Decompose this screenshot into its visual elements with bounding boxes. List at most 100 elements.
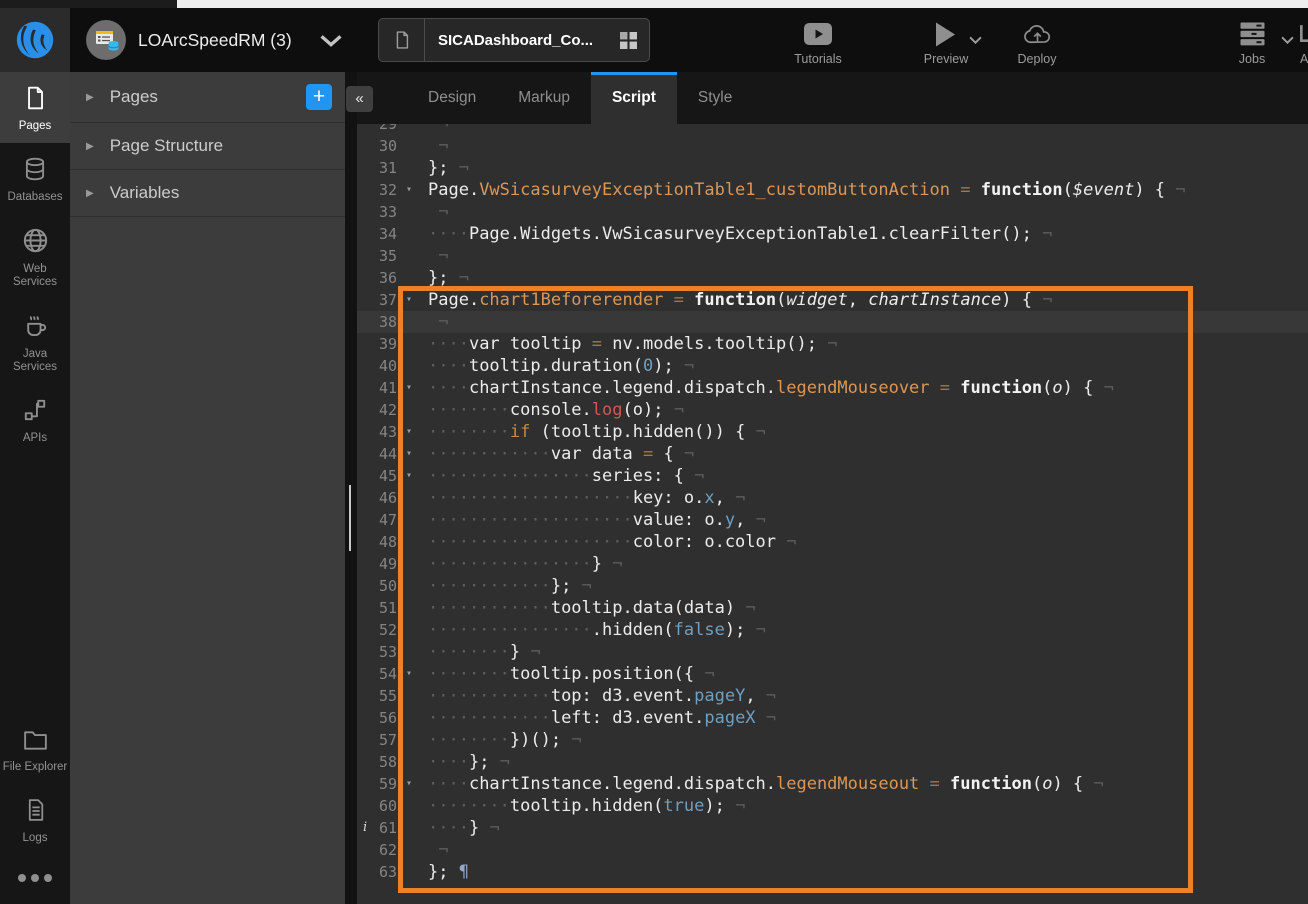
line-number: 50 bbox=[379, 575, 397, 597]
tutorials-button[interactable]: Tutorials bbox=[782, 20, 854, 66]
fold-arrow-icon[interactable]: ▾ bbox=[406, 421, 412, 443]
code-line[interactable]: 32▾Page.VwSicasurveyExceptionTable1_cust… bbox=[357, 179, 1308, 201]
fold-arrow-icon[interactable]: ▾ bbox=[406, 179, 412, 201]
artifacts-icon-partial bbox=[1283, 20, 1308, 48]
code-line[interactable]: 62 ¬ bbox=[357, 839, 1308, 861]
tutorials-icon bbox=[782, 20, 854, 48]
code-line[interactable]: 43▾········if (tooltip.hidden()) { ¬ bbox=[357, 421, 1308, 443]
sidebar-item-java-services[interactable]: Java Services bbox=[0, 299, 70, 384]
panel-section-label: Pages bbox=[110, 87, 158, 107]
code-line[interactable]: 52················.hidden(false); ¬ bbox=[357, 619, 1308, 641]
code-line[interactable]: 41▾····chartInstance.legend.dispatch.leg… bbox=[357, 377, 1308, 399]
sidebar-item-databases[interactable]: Databases bbox=[0, 143, 70, 214]
panel-section-label: Page Structure bbox=[110, 136, 223, 156]
code-line[interactable]: 39····var tooltip = nv.models.tooltip();… bbox=[357, 333, 1308, 355]
code-line[interactable]: 45▾················series: { ¬ bbox=[357, 465, 1308, 487]
fold-arrow-icon[interactable]: ▾ bbox=[406, 465, 412, 487]
gutter: 54▾ bbox=[357, 663, 428, 685]
fold-arrow-icon[interactable]: ▾ bbox=[406, 773, 412, 795]
code-line[interactable]: 50············}; ¬ bbox=[357, 575, 1308, 597]
code-line[interactable]: 29 ¬ bbox=[357, 124, 1308, 135]
panel-section-variables[interactable]: ▶Variables bbox=[70, 170, 345, 217]
code-line[interactable]: 56············left: d3.event.pageX ¬ bbox=[357, 707, 1308, 729]
code-line[interactable]: 36}; ¬ bbox=[357, 267, 1308, 289]
code-line[interactable]: 44▾············var data = { ¬ bbox=[357, 443, 1308, 465]
fold-arrow-icon[interactable]: ▾ bbox=[406, 663, 412, 685]
sidebar-item-more[interactable] bbox=[0, 855, 70, 898]
sidebar-item-apis[interactable]: APIs bbox=[0, 384, 70, 455]
code-line[interactable]: 31}; ¬ bbox=[357, 157, 1308, 179]
panel-section-pages[interactable]: ▶ Pages + bbox=[70, 72, 345, 123]
code-line[interactable]: 48····················color: o.color ¬ bbox=[357, 531, 1308, 553]
line-number: 52 bbox=[379, 619, 397, 641]
fold-arrow-icon[interactable]: ▾ bbox=[406, 443, 412, 465]
deploy-button[interactable]: Deploy bbox=[1002, 20, 1072, 66]
fold-arrow-icon[interactable]: ▾ bbox=[406, 289, 412, 311]
sidebar-item-label: Java Services bbox=[0, 348, 70, 374]
preview-label: Preview bbox=[908, 52, 984, 66]
sidebar-item-logs[interactable]: Logs bbox=[0, 784, 70, 855]
line-number: 62 bbox=[379, 839, 397, 861]
code-line[interactable]: 58····}; ¬ bbox=[357, 751, 1308, 773]
code-line[interactable]: 47····················value: o.y, ¬ bbox=[357, 509, 1308, 531]
code-text: ········tooltip.hidden(true); ¬ bbox=[428, 795, 1308, 817]
panel-scrollbar-thumb[interactable] bbox=[349, 485, 351, 551]
code-line[interactable]: 38 ¬ bbox=[357, 311, 1308, 333]
code-line[interactable]: 55············top: d3.event.pageY, ¬ bbox=[357, 685, 1308, 707]
code-line[interactable]: 46····················key: o.x, ¬ bbox=[357, 487, 1308, 509]
triangle-right-icon: ▶ bbox=[86, 92, 94, 103]
code-line[interactable]: 54▾········tooltip.position({ ¬ bbox=[357, 663, 1308, 685]
code-line[interactable]: 34····Page.Widgets.VwSicasurveyException… bbox=[357, 223, 1308, 245]
artifacts-button[interactable]: Art bbox=[1283, 20, 1308, 66]
code-line[interactable]: 60········tooltip.hidden(true); ¬ bbox=[357, 795, 1308, 817]
script-editor[interactable]: 29 ¬30 ¬31}; ¬32▾Page.VwSicasurveyExcept… bbox=[357, 124, 1308, 904]
tab-style[interactable]: Style bbox=[677, 72, 753, 124]
code-line[interactable]: 57········})(); ¬ bbox=[357, 729, 1308, 751]
code-line[interactable]: 53········} ¬ bbox=[357, 641, 1308, 663]
app-logo-button[interactable] bbox=[0, 8, 70, 72]
code-line[interactable]: 63}; ¶ bbox=[357, 861, 1308, 883]
add-page-button[interactable]: + bbox=[306, 84, 332, 110]
artifacts-label: Art bbox=[1283, 52, 1308, 66]
open-page-tab[interactable]: SICADashboard_Co... bbox=[378, 18, 650, 62]
code-lines: 29 ¬30 ¬31}; ¬32▾Page.VwSicasurveyExcept… bbox=[357, 124, 1308, 883]
preview-chevron-down-icon[interactable] bbox=[969, 36, 982, 44]
sidebar-item-file-explorer[interactable]: File Explorer bbox=[0, 715, 70, 784]
code-line[interactable]: 42········console.log(o); ¬ bbox=[357, 399, 1308, 421]
line-number: 40 bbox=[379, 355, 397, 377]
gutter: 30 bbox=[357, 135, 428, 157]
line-number: 36 bbox=[379, 267, 397, 289]
fold-arrow-icon[interactable]: ▾ bbox=[406, 377, 412, 399]
gutter: 46 bbox=[357, 487, 428, 509]
code-line[interactable]: 35 ¬ bbox=[357, 245, 1308, 267]
tab-script[interactable]: Script bbox=[591, 72, 677, 124]
code-line[interactable]: 49················} ¬ bbox=[357, 553, 1308, 575]
sidebar-item-pages[interactable]: Pages bbox=[0, 72, 70, 143]
code-line[interactable]: 33 ¬ bbox=[357, 201, 1308, 223]
sidebar-item-web-services[interactable]: Web Services bbox=[0, 214, 70, 299]
line-number: 55 bbox=[379, 685, 397, 707]
editor-tabbar: DesignMarkupScriptStyle bbox=[357, 72, 1308, 124]
preview-button[interactable]: Preview bbox=[908, 20, 984, 66]
tab-markup[interactable]: Markup bbox=[497, 72, 591, 124]
gutter: 33 bbox=[357, 201, 428, 223]
tab-design[interactable]: Design bbox=[407, 72, 497, 124]
project-selector[interactable]: LOArcSpeedRM (3) bbox=[86, 8, 344, 72]
wavemaker-studio-window: LOArcSpeedRM (3) SICADashboard_Co... Tut… bbox=[0, 0, 1308, 904]
code-line[interactable]: 59▾····chartInstance.legend.dispatch.leg… bbox=[357, 773, 1308, 795]
jobs-button[interactable]: Jobs bbox=[1224, 20, 1280, 66]
gutter: 29 bbox=[357, 124, 428, 135]
code-line[interactable]: i61····} ¬ bbox=[357, 817, 1308, 839]
line-number: 32 bbox=[379, 179, 397, 201]
line-number: 43 bbox=[379, 421, 397, 443]
code-text: ····var tooltip = nv.models.tooltip(); ¬ bbox=[428, 333, 1308, 355]
panel-section-page-structure[interactable]: ▶Page Structure bbox=[70, 123, 345, 170]
more-icon bbox=[18, 868, 52, 888]
code-line[interactable]: 40····tooltip.duration(0); ¬ bbox=[357, 355, 1308, 377]
code-line[interactable]: 37▾Page.chart1Beforerender = function(wi… bbox=[357, 289, 1308, 311]
collapse-panel-button[interactable]: « bbox=[346, 86, 373, 112]
code-line[interactable]: 51············tooltip.data(data) ¬ bbox=[357, 597, 1308, 619]
code-line[interactable]: 30 ¬ bbox=[357, 135, 1308, 157]
gutter: 38 bbox=[357, 311, 428, 333]
grid-icon[interactable] bbox=[620, 32, 637, 49]
